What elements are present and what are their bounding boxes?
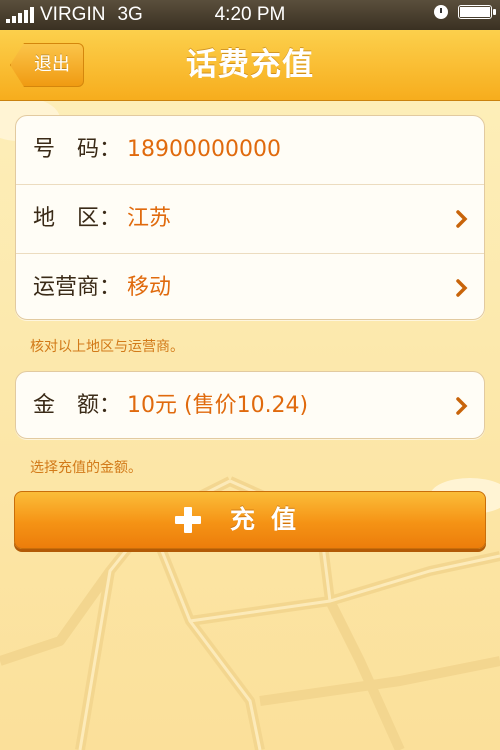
status-bar: VIRGIN 3G 4:20 PM	[0, 0, 500, 30]
alarm-clock-icon	[434, 5, 448, 19]
info-card: 号 码： 18900000000 地 区： 江苏 运营商： 移动	[15, 115, 485, 320]
region-value: 江苏	[127, 206, 172, 231]
operator-value: 移动	[127, 275, 172, 300]
operator-label: 运营商：	[33, 275, 122, 300]
status-time: 4:20 PM	[214, 4, 286, 25]
chevron-right-icon	[456, 397, 468, 415]
plus-icon	[175, 507, 201, 533]
operator-row[interactable]: 运营商： 移动	[16, 253, 484, 322]
amount-label: 金 额：	[33, 393, 122, 418]
chevron-right-icon	[456, 210, 468, 228]
phone-label: 号 码：	[33, 137, 122, 162]
amount-hint: 选择充值的金额。	[30, 460, 142, 476]
region-row[interactable]: 地 区： 江苏	[16, 184, 484, 253]
phone-value[interactable]: 18900000000	[127, 116, 281, 184]
phone-row[interactable]: 号 码： 18900000000	[16, 116, 484, 184]
region-label: 地 区：	[33, 206, 122, 231]
nav-bar: 话费充值 退出	[0, 30, 500, 101]
amount-card: 金 额： 10元 (售价10.24)	[15, 371, 485, 439]
amount-row[interactable]: 金 额： 10元 (售价10.24)	[16, 372, 484, 440]
recharge-button[interactable]: 充值	[14, 491, 486, 549]
chevron-right-icon	[456, 279, 468, 297]
amount-value: 10元 (售价10.24)	[127, 393, 309, 418]
info-hint: 核对以上地区与运营商。	[30, 339, 184, 355]
battery-icon	[458, 5, 496, 19]
recharge-button-label: 充值	[230, 505, 313, 534]
back-button[interactable]: 退出	[10, 43, 84, 87]
